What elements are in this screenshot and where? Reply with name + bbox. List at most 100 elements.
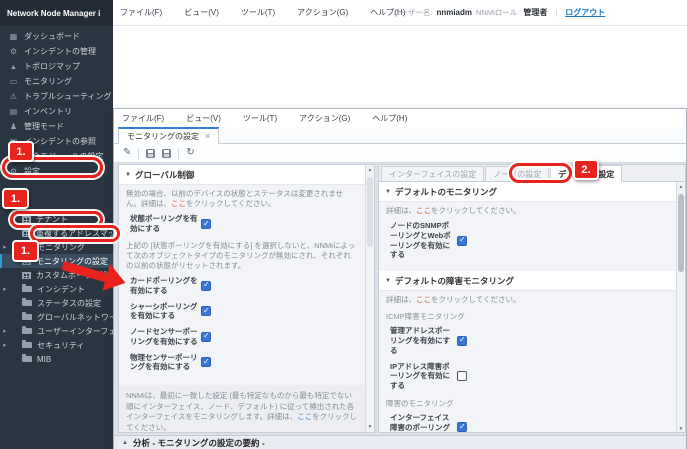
menu-file[interactable]: ファイル(F) (122, 113, 164, 124)
expander-icon[interactable] (3, 244, 10, 251)
node-sensor-polling-checkbox[interactable] (201, 332, 211, 342)
logout-link[interactable]: ログアウト (565, 7, 605, 18)
state-polling-checkbox[interactable] (201, 219, 211, 229)
section-default-fault-monitoring[interactable]: ▼ デフォルトの障害モニタリング (379, 271, 676, 291)
right-scrollbar[interactable]: ▲ ▼ (676, 182, 685, 433)
sidebar-subitem-mib[interactable]: MIB (0, 352, 113, 366)
folder-icon (22, 328, 32, 334)
annotation-step1-label: 1. (2, 188, 29, 209)
sidebar-item-topology-map[interactable]: トポロジマップ (0, 59, 113, 74)
collapse-triangle-icon[interactable]: ▼ (385, 278, 391, 284)
inventory-icon (8, 108, 19, 116)
physical-sensor-polling-checkbox[interactable] (201, 357, 211, 367)
collapse-up-icon[interactable]: ▲ (122, 440, 128, 446)
chassis-polling-checkbox[interactable] (201, 306, 211, 316)
folder-icon (22, 300, 32, 306)
menu-tools[interactable]: ツール(T) (243, 113, 277, 124)
refresh-icon[interactable]: ↻ (186, 148, 194, 158)
menu-actions[interactable]: アクション(G) (299, 113, 350, 124)
menu-file[interactable]: ファイル(F) (120, 7, 162, 18)
user-area: ユーザー名: nnmiadm NNMiロール: 管理者 | ログアウト (393, 0, 605, 25)
left-scrollbar[interactable]: ▲ ▼ (365, 165, 374, 432)
interface-fault-polling-row: インターフェイス障害のポーリングを有効にする (379, 410, 676, 432)
sidebar-subitem-security[interactable]: セキュリティ (0, 338, 113, 352)
section-global-control[interactable]: ▼ グローバル制御 (119, 165, 365, 185)
ip-address-fault-polling-row: IPアドレス障害ポーリングを有効にする (379, 359, 676, 394)
monitoring-settings-window: ファイル(F) ビュー(V) ツール(T) アクション(G) ヘルプ(H) モニ… (113, 108, 687, 449)
folder-icon (22, 286, 32, 292)
person-icon (8, 123, 19, 131)
global-control-panel: ▼ グローバル制御 無効の場合、以前のデバイスの状態とステータスは変更されません… (118, 164, 375, 433)
expander-icon[interactable] (3, 342, 10, 349)
sidebar-item-inventory[interactable]: インベントリ (0, 104, 113, 119)
sidebar-item-incident-management[interactable]: インシデントの管理 (0, 44, 113, 59)
analysis-bar-label: 分析 - モニタリングの設定の要約 - (133, 437, 265, 449)
card-polling-checkbox[interactable] (201, 281, 211, 291)
sidebar-item-monitoring[interactable]: モニタリング (0, 74, 113, 89)
menu-actions[interactable]: アクション(G) (297, 7, 348, 18)
dialog-menubar: ファイル(F) ビュー(V) ツール(T) アクション(G) ヘルプ(H) (114, 109, 686, 127)
sidebar-item-troubleshooting[interactable]: トラブルシューティング (0, 89, 113, 104)
tab-monitoring-settings[interactable]: モニタリングの設定 × (118, 127, 219, 144)
menu-help[interactable]: ヘルプ(H) (372, 113, 407, 124)
default-monitoring-detail: 詳細は、ここをクリックしてください。 (379, 202, 676, 218)
section-default-monitoring[interactable]: ▼ デフォルトのモニタリング (379, 182, 676, 202)
scroll-up-icon[interactable]: ▲ (677, 182, 685, 192)
ip-address-fault-polling-checkbox[interactable] (457, 371, 467, 381)
warning-icon (8, 93, 19, 101)
annotation-box-monitoring-settings (30, 225, 120, 242)
scroll-down-icon[interactable]: ▼ (366, 422, 374, 432)
tab-interface-settings[interactable]: インターフェイスの設定 (381, 166, 484, 181)
node-sensor-polling-row: ノードセンサーポーリングを有効にする (119, 324, 365, 350)
menu-tools[interactable]: ツール(T) (241, 7, 275, 18)
sidebar-item-dashboard[interactable]: ダッシュボード (0, 29, 113, 44)
card-polling-row: カードポーリングを有効にする (119, 273, 365, 299)
folder-icon (22, 342, 32, 348)
role-label: NNMiロール: (476, 7, 519, 18)
here-link[interactable]: ここ (171, 199, 186, 208)
separator: | (555, 8, 557, 17)
save-icon[interactable] (146, 149, 155, 158)
sidebar-item-management-mode[interactable]: 管理モード (0, 119, 113, 134)
folder-icon (22, 314, 32, 320)
expander-icon[interactable] (3, 286, 10, 293)
snmp-web-polling-checkbox[interactable] (457, 236, 467, 246)
management-address-polling-row: 管理アドレスポーリングを有効にする (379, 323, 676, 358)
dialog-toolbar: ✎ ↻ (114, 144, 686, 163)
app-title: Network Node Manager i (0, 0, 113, 26)
snmp-web-polling-row: ノードのSNMPポーリングとWebポーリングを有効にする (379, 218, 676, 263)
dialog-tab-strip: モニタリングの設定 × (114, 127, 686, 144)
here-link[interactable]: ここ (416, 206, 431, 215)
top-bar: Network Node Manager i ファイル(F) ビュー(V) ツー… (0, 0, 687, 26)
scrollbar-thumb[interactable] (367, 177, 373, 247)
management-address-polling-checkbox[interactable] (457, 336, 467, 346)
state-polling-row: 状態ポーリングを有効にする (119, 211, 365, 237)
here-link[interactable]: ここ (297, 412, 312, 421)
edit-icon[interactable]: ✎ (123, 148, 131, 158)
global-control-note: 無効の場合、以前のデバイスの状態とステータスは変更されません。詳細は、ここをクリ… (119, 185, 365, 211)
scroll-down-icon[interactable]: ▼ (677, 424, 685, 433)
collapse-triangle-icon[interactable]: ▼ (385, 189, 391, 195)
menu-view[interactable]: ビュー(V) (186, 113, 221, 124)
close-icon[interactable]: × (205, 132, 210, 141)
interface-fault-polling-checkbox[interactable] (457, 422, 467, 432)
user-name: nnmiadm (436, 8, 472, 17)
save-and-close-icon[interactable] (162, 149, 171, 158)
sidebar-subitem-user-interface[interactable]: ユーザーインターフェイ (0, 324, 113, 338)
expander-icon[interactable] (3, 328, 10, 335)
analysis-bar[interactable]: ▲ 分析 - モニタリングの設定の要約 - (114, 435, 686, 449)
physical-sensor-polling-row: 物理センサーポーリングを有効にする (119, 350, 365, 376)
dashboard-icon (8, 33, 19, 41)
sidebar-subitem-status-settings[interactable]: ステータスの設定 (0, 296, 113, 310)
fault-monitoring-label: 障害のモニタリング (379, 394, 676, 410)
sidebar-subitem-global-network[interactable]: グローバルネットワーク (0, 310, 113, 324)
annotation-step2-label: 2. (573, 159, 599, 180)
here-link[interactable]: ここ (416, 295, 431, 304)
collapse-triangle-icon[interactable]: ▼ (125, 172, 131, 178)
icmp-fault-monitoring-label: ICMP障害モニタリング (379, 307, 676, 323)
scroll-up-icon[interactable]: ▲ (366, 165, 374, 175)
fault-monitoring-detail: 詳細は、ここをクリックしてください。 (379, 291, 676, 307)
annotation-step1-label: 1. (12, 240, 39, 262)
menu-view[interactable]: ビュー(V) (184, 7, 219, 18)
scrollbar-thumb[interactable] (678, 194, 684, 272)
